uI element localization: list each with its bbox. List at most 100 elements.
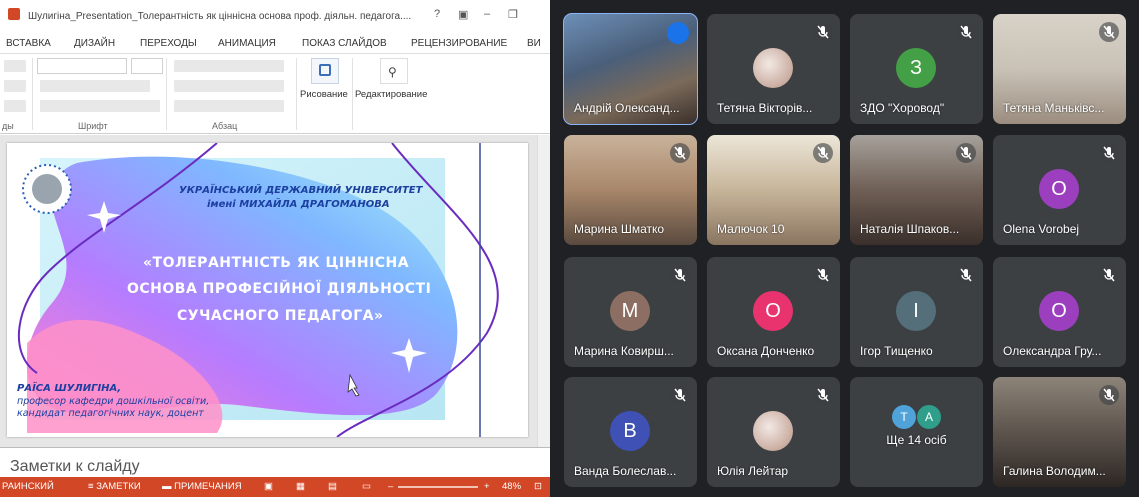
comments-toggle[interactable]: ▬ ПРИМЕЧАНИЯ: [162, 481, 242, 492]
drawing-button[interactable]: [311, 58, 339, 84]
tab-slideshow[interactable]: ПОКАЗ СЛАЙДОВ: [302, 38, 387, 49]
participant-name: Олександра Гру...: [1003, 344, 1102, 358]
normal-view-button[interactable]: ▣: [264, 481, 273, 492]
sorter-view-button[interactable]: ▦: [296, 481, 305, 492]
powerpoint-icon: [8, 8, 20, 20]
drawing-label: Рисование: [300, 89, 348, 100]
reading-view-button[interactable]: ▤: [328, 481, 337, 492]
microphone-muted-icon: [956, 143, 976, 163]
participant-tile[interactable]: Юлія Лейтар: [707, 377, 840, 487]
speaking-indicator-icon: [667, 22, 689, 44]
zoom-out-button[interactable]: –: [388, 481, 393, 492]
participant-name: Olena Vorobej: [1003, 222, 1080, 236]
divider: [296, 58, 297, 130]
tab-insert[interactable]: ВСТАВКА: [6, 38, 51, 49]
powerpoint-window: Шулигіна_Presentation_Толерантність як ц…: [0, 0, 550, 497]
university-line2: імені МИХАЙЛА ДРАГОМАНОВА: [207, 199, 390, 210]
tab-view[interactable]: ВИ: [527, 38, 541, 49]
participant-name: Ванда Болеслав...: [574, 464, 677, 478]
participant-tile[interactable]: Галина Володим...: [993, 377, 1126, 487]
participant-tile[interactable]: З ЗДО "Хоровод": [850, 14, 983, 124]
title-bar: Шулигіна_Presentation_Толерантність як ц…: [0, 0, 550, 32]
font-size-box[interactable]: [131, 58, 163, 74]
comments-toggle-label: ПРИМЕЧАНИЯ: [174, 481, 242, 492]
participant-avatar: A: [917, 405, 941, 429]
notes-toggle[interactable]: ≡ ЗАМЕТКИ: [88, 481, 141, 492]
university-line1: УКРАЇНСЬКИЙ ДЕРЖАВНИЙ УНІВЕРСИТЕТ: [179, 185, 423, 196]
microphone-muted-icon: [813, 143, 833, 163]
list-buttons[interactable]: [174, 60, 284, 72]
participant-name: Марина Ковирш...: [574, 344, 674, 358]
ribbon-display-button[interactable]: ▣: [458, 8, 468, 21]
participant-tile[interactable]: I Ігор Тищенко: [850, 257, 983, 367]
section-button[interactable]: [4, 100, 26, 112]
microphone-muted-icon: [813, 265, 833, 285]
font-format-buttons[interactable]: [40, 80, 150, 92]
language-indicator[interactable]: РАИНСКИЙ: [2, 481, 54, 492]
participant-tile[interactable]: Тетяна Маньківс...: [993, 14, 1126, 124]
participant-name: ЗДО "Хоровод": [860, 101, 945, 115]
microphone-muted-icon: [956, 265, 976, 285]
microphone-muted-icon: [670, 385, 690, 405]
indent-buttons[interactable]: [174, 80, 284, 92]
font-style-buttons[interactable]: [40, 100, 160, 112]
tab-transitions[interactable]: ПЕРЕХОДЫ: [140, 38, 197, 49]
notes-placeholder: Заметки к слайду: [10, 458, 140, 475]
font-name-box[interactable]: [37, 58, 127, 74]
participant-tile[interactable]: Наталія Шпаков...: [850, 135, 983, 245]
paragraph-group-label: Абзац: [212, 121, 238, 131]
editing-label: Редактирование: [355, 89, 428, 100]
participant-tile[interactable]: T A Ще 14 осіб: [850, 377, 983, 487]
participant-tile[interactable]: Тетяна Вікторів...: [707, 14, 840, 124]
participant-tile[interactable]: Марина Шматко: [564, 135, 697, 245]
font-group-label: Шрифт: [78, 121, 108, 131]
divider: [32, 58, 33, 130]
slideshow-button[interactable]: ▭: [362, 481, 371, 492]
participant-avatar: M: [610, 291, 650, 331]
help-button[interactable]: ?: [434, 8, 440, 20]
microphone-muted-icon: [813, 385, 833, 405]
slide-title-line2: ОСНОВА ПРОФЕСІЙНОЇ ДІЯЛЬНОСТІ: [127, 281, 432, 297]
microphone-muted-icon: [670, 265, 690, 285]
participant-name: Наталія Шпаков...: [860, 222, 960, 236]
microphone-muted-icon: [670, 143, 690, 163]
participant-tile[interactable]: M Марина Ковирш...: [564, 257, 697, 367]
slide-canvas[interactable]: УКРАЇНСЬКИЙ ДЕРЖАВНИЙ УНІВЕРСИТЕТ імені …: [7, 143, 528, 437]
minimize-button[interactable]: –: [484, 8, 490, 20]
zoom-level[interactable]: 48%: [502, 481, 521, 492]
editing-button[interactable]: ⚲: [380, 58, 408, 84]
participant-tile[interactable]: O Olena Vorobej: [993, 135, 1126, 245]
divider: [166, 58, 167, 130]
participant-tile[interactable]: O Олександра Гру...: [993, 257, 1126, 367]
tab-review[interactable]: РЕЦЕНЗИРОВАНИЕ: [411, 38, 507, 49]
zoom-in-button[interactable]: +: [484, 481, 490, 492]
vertical-scrollbar[interactable]: [537, 135, 550, 465]
participant-tile[interactable]: Малючок 10: [707, 135, 840, 245]
microphone-muted-icon: [956, 22, 976, 42]
participant-name: Галина Володим...: [1003, 464, 1106, 478]
participant-name: Ігор Тищенко: [860, 344, 933, 358]
participant-tile[interactable]: Андрій Олександ...: [563, 13, 698, 125]
author-degree: кандидат педагогічних наук, доцент: [17, 408, 204, 419]
shapes-icon: [319, 64, 331, 76]
slide-title-line1: «ТОЛЕРАНТНІСТЬ ЯК ЦІННІСНА: [143, 255, 410, 271]
participant-tile[interactable]: B Ванда Болеслав...: [564, 377, 697, 487]
tab-design[interactable]: ДИЗАЙН: [74, 38, 115, 49]
microphone-muted-icon: [1099, 143, 1119, 163]
maximize-button[interactable]: ❐: [508, 8, 518, 21]
binoculars-icon: ⚲: [388, 65, 397, 79]
participant-name: Андрій Олександ...: [574, 101, 680, 115]
microphone-muted-icon: [1099, 265, 1119, 285]
notes-pane[interactable]: Заметки к слайду: [0, 447, 550, 477]
layout-button[interactable]: [4, 60, 26, 72]
tab-animation[interactable]: АНИМАЦИЯ: [218, 38, 276, 49]
alignment-buttons[interactable]: [174, 100, 284, 112]
zoom-slider[interactable]: [398, 486, 478, 488]
participant-tile[interactable]: O Оксана Донченко: [707, 257, 840, 367]
reset-button[interactable]: [4, 80, 26, 92]
fit-to-window-button[interactable]: ⊡: [534, 481, 542, 492]
microphone-muted-icon: [813, 22, 833, 42]
participant-avatar: O: [753, 291, 793, 331]
participant-name: Малючок 10: [717, 222, 785, 236]
author-name: РАЇСА ШУЛИГІНА,: [17, 383, 122, 394]
